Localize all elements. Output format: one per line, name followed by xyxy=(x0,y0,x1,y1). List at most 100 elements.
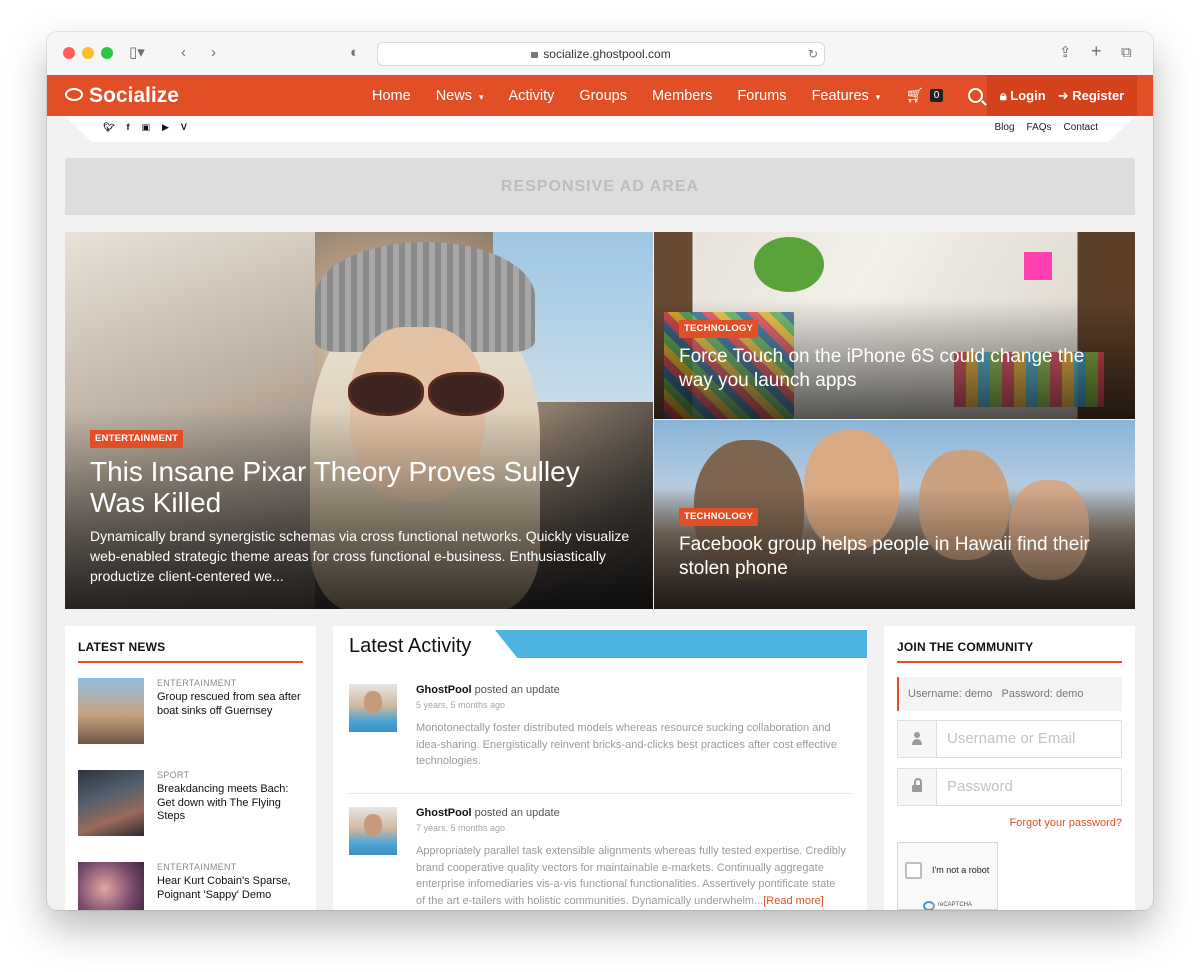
activity-entry: GhostPool posted an update 7 years, 5 mo… xyxy=(349,807,851,907)
cart-count: 0 xyxy=(929,89,944,102)
news-item[interactable]: SPORT Breakdancing meets Bach: Get down … xyxy=(78,770,303,840)
forgot-password-link[interactable]: Forgot your password? xyxy=(1010,817,1123,829)
news-item[interactable]: ENTERTAINMENT Group rescued from sea aft… xyxy=(78,678,303,748)
username-placeholder: Username or Email xyxy=(947,730,1076,747)
password-placeholder: Password xyxy=(947,778,1013,795)
link-contact[interactable]: Contact xyxy=(1064,122,1098,133)
nav-news[interactable]: News ▾ xyxy=(436,88,484,104)
vimeo-icon[interactable]: ▣ xyxy=(141,122,150,133)
address-bar[interactable]: socialize.ghostpool.com ↻ xyxy=(377,42,825,66)
nav-activity[interactable]: Activity xyxy=(508,88,554,104)
username-field[interactable]: Username or Email xyxy=(897,720,1122,758)
lock-icon: 🔒︎ xyxy=(999,87,1007,103)
news-thumbnail[interactable] xyxy=(78,678,144,744)
back-icon[interactable]: ‹ xyxy=(181,42,186,64)
widget-title: JOIN THE COMMUNITY xyxy=(897,640,1034,654)
news-title[interactable]: Breakdancing meets Bach: Get down with T… xyxy=(157,783,307,824)
activity-user[interactable]: GhostPool xyxy=(416,684,472,696)
privacy-shield-icon[interactable]: ◐ xyxy=(350,42,359,64)
minimize-window-button[interactable] xyxy=(82,47,94,59)
widget-title-underline xyxy=(78,661,303,663)
captcha-label: I'm not a robot xyxy=(932,865,990,875)
nav-features-label: Features xyxy=(811,87,869,104)
captcha-checkbox[interactable] xyxy=(905,862,922,879)
username-icon-box xyxy=(898,721,937,757)
password-field[interactable]: Password xyxy=(897,768,1122,806)
forward-icon[interactable]: › xyxy=(211,42,216,64)
read-more-link[interactable]: [Read more] xyxy=(763,895,824,907)
activity-user[interactable]: GhostPool xyxy=(416,807,472,819)
reload-icon[interactable]: ↻ xyxy=(808,43,818,65)
register-button[interactable]: ➜ Register xyxy=(1058,88,1125,104)
activity-entry: GhostPool posted an update 5 years, 5 mo… xyxy=(349,684,851,784)
browser-window: ▯▾ ‹ › ◐ socialize.ghostpool.com ↻ ⇪ + ⧉… xyxy=(47,32,1153,910)
news-category: SPORT xyxy=(157,770,190,780)
post-title[interactable]: This Insane Pixar Theory Proves Sulley W… xyxy=(90,456,630,518)
avatar[interactable] xyxy=(349,684,397,732)
logo-text: Socialize xyxy=(89,84,179,107)
new-tab-icon[interactable]: + xyxy=(1091,40,1102,62)
nav-news-label: News xyxy=(435,87,472,104)
close-window-button[interactable] xyxy=(63,47,75,59)
vine-icon[interactable]: V xyxy=(181,122,187,133)
nav-home[interactable]: Home xyxy=(372,88,411,104)
facebook-icon[interactable]: f xyxy=(126,122,129,133)
chat-bubble-icon xyxy=(65,87,83,101)
category-badge[interactable]: TECHNOLOGY xyxy=(679,320,759,338)
url-text: socialize.ghostpool.com xyxy=(543,47,671,61)
ad-banner[interactable]: RESPONSIVE AD AREA xyxy=(65,158,1135,215)
youtube-icon[interactable]: ▶ xyxy=(162,122,169,133)
cart-button[interactable]: 🛒︎ 0 xyxy=(905,87,944,104)
nav-members[interactable]: Members xyxy=(652,88,712,104)
latest-news-widget: LATEST NEWS ENTERTAINMENT Group rescued … xyxy=(65,626,316,910)
search-icon[interactable] xyxy=(968,88,984,103)
news-category: ENTERTAINMENT xyxy=(157,678,237,688)
featured-side-post[interactable]: TECHNOLOGY Force Touch on the iPhone 6S … xyxy=(654,232,1135,419)
secondary-bar: 🐦︎ f ▣ ▶ V Blog FAQs Contact xyxy=(65,116,1135,142)
category-badge[interactable]: TECHNOLOGY xyxy=(679,508,759,526)
news-thumbnail[interactable] xyxy=(78,770,144,836)
link-faqs[interactable]: FAQs xyxy=(1027,122,1052,133)
site-header: Socialize Home News ▾ Activity Groups Mem… xyxy=(47,75,1153,116)
activity-header: GhostPool posted an update xyxy=(416,684,560,696)
category-badge[interactable]: ENTERTAINMENT xyxy=(90,430,184,448)
news-title[interactable]: Group rescued from sea after boat sinks … xyxy=(157,691,307,718)
activity-time[interactable]: 7 years, 5 months ago xyxy=(416,823,505,833)
nav-features[interactable]: Features ▾ xyxy=(812,88,881,104)
nav-groups[interactable]: Groups xyxy=(579,88,627,104)
lock-icon xyxy=(912,778,922,792)
tab-overview-icon[interactable]: ⧉ xyxy=(1121,42,1132,64)
post-title[interactable]: Facebook group helps people in Hawaii fi… xyxy=(679,533,1119,581)
activity-text: Monotonectally foster distributed models… xyxy=(416,722,838,768)
site-logo[interactable]: Socialize xyxy=(65,83,179,109)
news-title[interactable]: Hear Kurt Cobain's Sparse, Poignant 'Sap… xyxy=(157,875,307,902)
activity-time[interactable]: 5 years, 5 months ago xyxy=(416,700,505,710)
sidebar-toggle-icon[interactable]: ▯▾ xyxy=(129,42,145,64)
captcha-brand: reCAPTCHA xyxy=(938,902,973,908)
share-icon[interactable]: ⇪ xyxy=(1059,42,1072,64)
top-links: Blog FAQs Contact xyxy=(995,122,1099,133)
post-title[interactable]: Force Touch on the iPhone 6S could chang… xyxy=(679,345,1119,393)
cart-icon: 🛒︎ xyxy=(905,88,924,104)
featured-side-post[interactable]: TECHNOLOGY Facebook group helps people i… xyxy=(654,420,1135,609)
chevron-down-icon: ▾ xyxy=(875,91,881,102)
twitter-icon[interactable]: 🐦︎ xyxy=(103,122,114,133)
widget-title: LATEST NEWS xyxy=(78,640,166,654)
maximize-window-button[interactable] xyxy=(101,47,113,59)
news-item[interactable]: ENTERTAINMENT Hear Kurt Cobain's Sparse,… xyxy=(78,862,303,910)
widget-title: Latest Activity xyxy=(349,635,472,657)
ad-text: RESPONSIVE AD AREA xyxy=(500,177,700,195)
login-button[interactable]: 🔒︎ Login xyxy=(1000,88,1046,104)
news-thumbnail[interactable] xyxy=(78,862,144,910)
sign-in-icon: ➜ xyxy=(1057,87,1069,103)
demo-credentials-note: Username: demo Password: demo xyxy=(897,677,1122,711)
register-label: Register xyxy=(1072,87,1125,103)
link-blog[interactable]: Blog xyxy=(995,122,1015,133)
login-label: Login xyxy=(1010,87,1046,103)
sticky-note-image-part xyxy=(1024,252,1052,280)
activity-divider xyxy=(349,793,851,794)
featured-main-post[interactable]: ENTERTAINMENT This Insane Pixar Theory P… xyxy=(65,232,653,609)
avatar[interactable] xyxy=(349,807,397,855)
activity-action: posted an update xyxy=(474,807,560,819)
nav-forums[interactable]: Forums xyxy=(737,88,786,104)
